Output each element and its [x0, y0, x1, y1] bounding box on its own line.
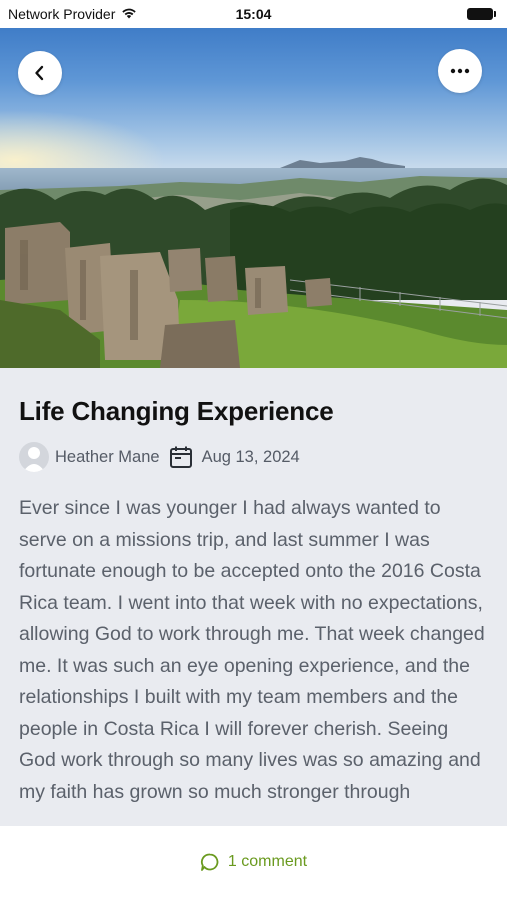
post-meta: Heather Mane Aug 13, 2024 — [19, 441, 489, 473]
status-bar: Network Provider 15:04 — [0, 0, 507, 28]
post-detail-screen: Network Provider 15:04 Life Changing Exp… — [0, 0, 507, 900]
comment-bubble-icon — [200, 853, 219, 871]
bottom-bar: 1 comment — [0, 826, 507, 900]
post-date: Aug 13, 2024 — [201, 447, 300, 466]
post-content: Life Changing Experience Heather Mane Au… — [0, 368, 507, 826]
comments-count-label: 1 comment — [227, 853, 308, 870]
ellipsis-icon — [450, 68, 470, 74]
post-body: Ever since I was younger I had always wa… — [19, 497, 485, 803]
comments-button[interactable]: 1 comment — [200, 852, 307, 872]
hero-image — [0, 0, 507, 368]
carrier-label: Network Provider — [8, 6, 116, 22]
wifi-icon — [121, 6, 137, 22]
person-icon — [23, 447, 45, 472]
avatar[interactable] — [19, 442, 49, 472]
back-button[interactable] — [18, 51, 62, 95]
battery-icon — [467, 8, 496, 20]
chevron-left-icon — [35, 65, 44, 81]
more-options-button[interactable] — [438, 49, 482, 93]
author-name[interactable]: Heather Mane — [55, 448, 160, 467]
calendar-icon — [168, 444, 194, 470]
post-title: Life Changing Experience — [19, 396, 334, 426]
